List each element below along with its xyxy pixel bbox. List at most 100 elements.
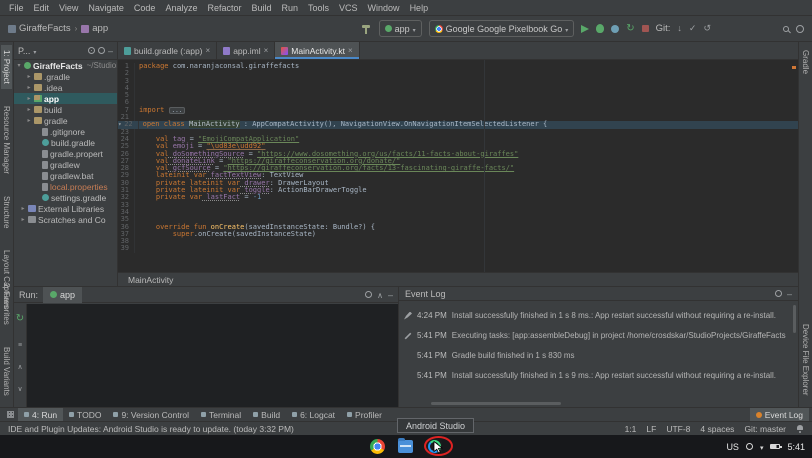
run-button[interactable] [581, 25, 589, 33]
tool-window-button[interactable]: 4: Run [18, 408, 63, 422]
tree-chevron-icon[interactable]: ▸ [26, 117, 32, 124]
git-update-icon[interactable] [677, 23, 682, 34]
code-line[interactable]: 22 open class MainActivity : AppCompatAc… [118, 121, 798, 128]
tray-status-icon[interactable] [746, 443, 753, 450]
close-tab-icon[interactable] [206, 46, 211, 55]
code-line[interactable]: 7 import ... [118, 107, 798, 114]
tool-window-switcher-icon[interactable] [7, 411, 14, 418]
tool-window-button[interactable]: Terminal [195, 408, 247, 422]
horizontal-scrollbar[interactable] [431, 402, 561, 405]
clock[interactable]: 5:41 [787, 442, 805, 452]
tool-window-button[interactable]: Build Variants [1, 342, 12, 401]
menu-item[interactable]: Build [246, 3, 276, 13]
tree-item[interactable]: ▸ gradle [14, 115, 117, 126]
tool-window-button[interactable]: 1: Project [1, 45, 12, 89]
code-line[interactable]: 3 [118, 78, 798, 85]
code-editor[interactable]: 1 package com.naranjaconsal.giraffefacts… [118, 60, 798, 272]
code-line[interactable]: 39 [118, 245, 798, 252]
hide-panel-icon[interactable] [108, 46, 113, 56]
event-log-row[interactable]: 5:41 PM Gradle build finished in 1 s 830… [404, 351, 788, 360]
notifications-bell-icon[interactable] [796, 425, 804, 433]
settings-gear-icon[interactable] [796, 25, 804, 33]
tree-item[interactable]: gradlew [14, 159, 117, 170]
close-tab-icon[interactable] [264, 46, 269, 55]
device-select[interactable]: Google Google Pixelbook Go [429, 20, 575, 37]
search-icon[interactable] [783, 26, 789, 32]
chevron-down-icon[interactable] [33, 46, 36, 56]
android-studio-app-icon[interactable] [426, 439, 442, 455]
status-widget[interactable]: Git: master [744, 424, 786, 434]
breadcrumb-project[interactable]: GiraffeFacts [8, 23, 71, 34]
hide-panel-icon[interactable] [388, 290, 393, 300]
menu-item[interactable]: Tools [303, 3, 334, 13]
build-hammer-icon[interactable] [362, 24, 372, 34]
project-panel-title[interactable]: P... [18, 46, 30, 56]
scroll-down-icon[interactable] [17, 378, 22, 396]
chrome-app-icon[interactable] [370, 439, 385, 454]
files-app-icon[interactable] [398, 440, 413, 453]
tool-window-button[interactable]: Device File Explorer [800, 319, 811, 401]
tool-window-button[interactable]: Gradle [800, 45, 811, 79]
tree-item[interactable]: gradlew.bat [14, 170, 117, 181]
rerun-icon[interactable] [16, 308, 24, 326]
tree-chevron-icon[interactable]: ▸ [26, 84, 32, 91]
run-console[interactable] [27, 304, 398, 407]
editor-tab[interactable]: build.gradle (:app) [118, 42, 217, 59]
code-line[interactable]: 32 private var lastFact = -1 [118, 194, 798, 201]
tree-item[interactable]: ▸ Scratches and Co [14, 214, 117, 225]
code-line[interactable]: 37 super.onCreate(savedInstanceState) [118, 231, 798, 238]
breadcrumb-module[interactable]: app [81, 23, 108, 34]
panel-options-gear-icon[interactable] [98, 47, 105, 54]
hide-panel-icon[interactable] [787, 289, 792, 299]
run-tab-app[interactable]: app [43, 287, 82, 303]
status-widget[interactable]: 4 spaces [700, 424, 734, 434]
run-options-gear-icon[interactable] [365, 291, 372, 298]
event-log-gear-icon[interactable] [775, 290, 782, 297]
menu-item[interactable]: Help [405, 3, 434, 13]
tool-window-button[interactable]: 6: Logcat [286, 408, 341, 422]
tool-window-button[interactable]: 2: Favorites [1, 278, 12, 330]
code-line[interactable]: 1 package com.naranjaconsal.giraffefacts [118, 63, 798, 70]
locate-file-icon[interactable] [88, 47, 95, 54]
tree-item[interactable]: gradle.propert [14, 148, 117, 159]
menu-item[interactable]: Refactor [202, 3, 246, 13]
git-commit-icon[interactable] [689, 23, 697, 34]
tree-chevron-icon[interactable]: ▸ [20, 205, 26, 212]
tool-window-button[interactable]: Profiler [341, 408, 388, 422]
code-line[interactable]: 6 [118, 99, 798, 106]
tree-chevron-icon[interactable]: ▾ [16, 62, 22, 69]
stop-button[interactable] [642, 25, 649, 32]
menu-item[interactable]: View [54, 3, 83, 13]
profile-button[interactable] [611, 25, 619, 33]
status-widget[interactable]: LF [646, 424, 656, 434]
status-message[interactable]: IDE and Plugin Updates: Android Studio i… [8, 424, 294, 434]
breadcrumb-class[interactable]: MainActivity [128, 275, 173, 285]
event-log-row[interactable]: 4:24 PM Install successfully finished in… [404, 311, 788, 320]
tree-item[interactable]: ▾ GiraffeFacts ~/StudioProjects/Gira [14, 60, 117, 71]
tree-item[interactable]: local.properties [14, 181, 117, 192]
tool-window-button[interactable]: Resource Manager [1, 101, 12, 179]
tree-item[interactable]: ▸ .idea [14, 82, 117, 93]
code-line[interactable]: 34 [118, 209, 798, 216]
code-line[interactable]: 38 [118, 238, 798, 245]
tree-item[interactable]: ▸ .gradle [14, 71, 117, 82]
editor-tab[interactable]: app.iml [217, 42, 275, 59]
status-widget[interactable]: UTF-8 [666, 424, 690, 434]
menu-item[interactable]: VCS [334, 3, 363, 13]
tool-window-button[interactable]: TODO [63, 408, 107, 422]
list-icon[interactable] [18, 334, 22, 352]
tree-item[interactable]: ▸ External Libraries [14, 203, 117, 214]
tree-item[interactable]: build.gradle [14, 137, 117, 148]
tree-chevron-icon[interactable]: ▸ [26, 106, 32, 113]
scroll-up-icon[interactable] [17, 356, 22, 374]
menu-item[interactable]: Edit [29, 3, 55, 13]
tree-item[interactable]: .gitignore [14, 126, 117, 137]
menu-item[interactable]: File [4, 3, 29, 13]
debug-button[interactable] [596, 24, 604, 33]
menu-item[interactable]: Code [129, 3, 161, 13]
tool-window-button[interactable]: Event Log [750, 408, 809, 422]
close-tab-icon[interactable] [348, 46, 353, 55]
tray-chevron-icon[interactable] [760, 442, 764, 452]
code-line[interactable]: 4 [118, 85, 798, 92]
tree-item[interactable]: settings.gradle [14, 192, 117, 203]
